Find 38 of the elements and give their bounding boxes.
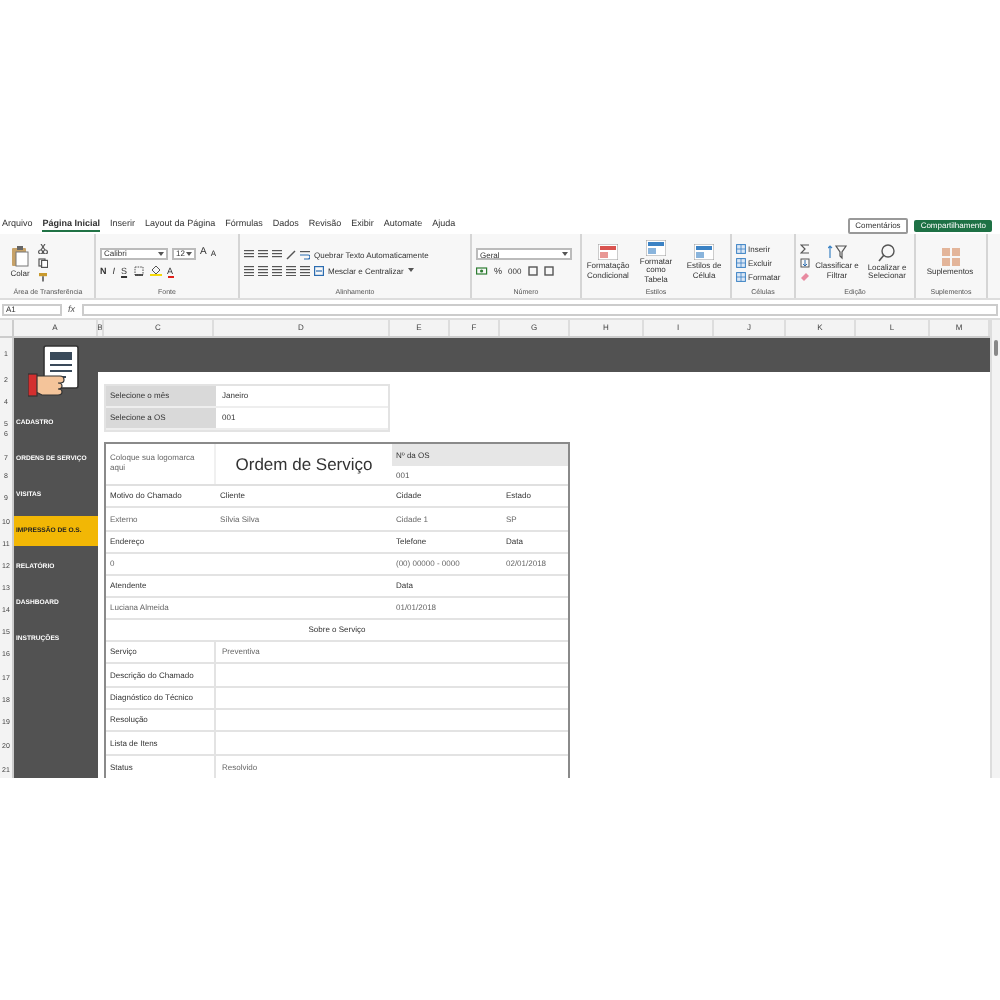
align-bottom-icon[interactable]	[272, 249, 282, 259]
merge-icon[interactable]	[314, 265, 324, 275]
grid-icon	[736, 243, 746, 253]
conditional-format-icon	[598, 244, 618, 260]
align-center-icon[interactable]	[258, 265, 268, 275]
decrease-indent-icon[interactable]	[286, 265, 296, 275]
add-ins-icon	[941, 247, 959, 266]
caret-icon[interactable]	[186, 251, 192, 255]
money-icon[interactable]	[476, 266, 488, 276]
grid-icon	[736, 271, 746, 281]
hand-document-icon	[28, 343, 84, 399]
scrollbar[interactable]	[990, 320, 1000, 778]
caret-icon[interactable]	[562, 252, 568, 256]
align-top-icon[interactable]	[244, 249, 254, 259]
sum-icon[interactable]	[800, 243, 810, 253]
cell-styles-icon	[694, 244, 714, 260]
form-title: Ordem de Serviço	[233, 451, 375, 478]
align-right-icon[interactable]	[272, 265, 282, 275]
formula-input[interactable]	[81, 303, 998, 315]
scissors-icon[interactable]	[38, 243, 48, 253]
orientation-icon[interactable]	[286, 249, 296, 259]
borders-icon[interactable]	[133, 266, 144, 276]
paste-icon	[10, 245, 30, 268]
caret-icon[interactable]	[407, 268, 414, 272]
align-middle-icon[interactable]	[258, 249, 268, 259]
fill-down-icon[interactable]	[800, 257, 810, 267]
caret-icon[interactable]	[158, 251, 164, 255]
brush-icon[interactable]	[38, 271, 48, 281]
search-icon	[878, 243, 896, 261]
copy-icon[interactable]	[38, 257, 48, 267]
align-left-icon[interactable]	[244, 265, 254, 275]
fill-color-icon[interactable]	[149, 266, 162, 276]
grid-icon	[736, 257, 746, 267]
increase-indent-icon[interactable]	[300, 265, 310, 275]
wrap-text-icon[interactable]	[300, 249, 310, 259]
scrollbar-thumb[interactable]	[994, 340, 998, 356]
format-table-icon	[646, 239, 666, 256]
sort-filter-icon	[827, 244, 847, 260]
